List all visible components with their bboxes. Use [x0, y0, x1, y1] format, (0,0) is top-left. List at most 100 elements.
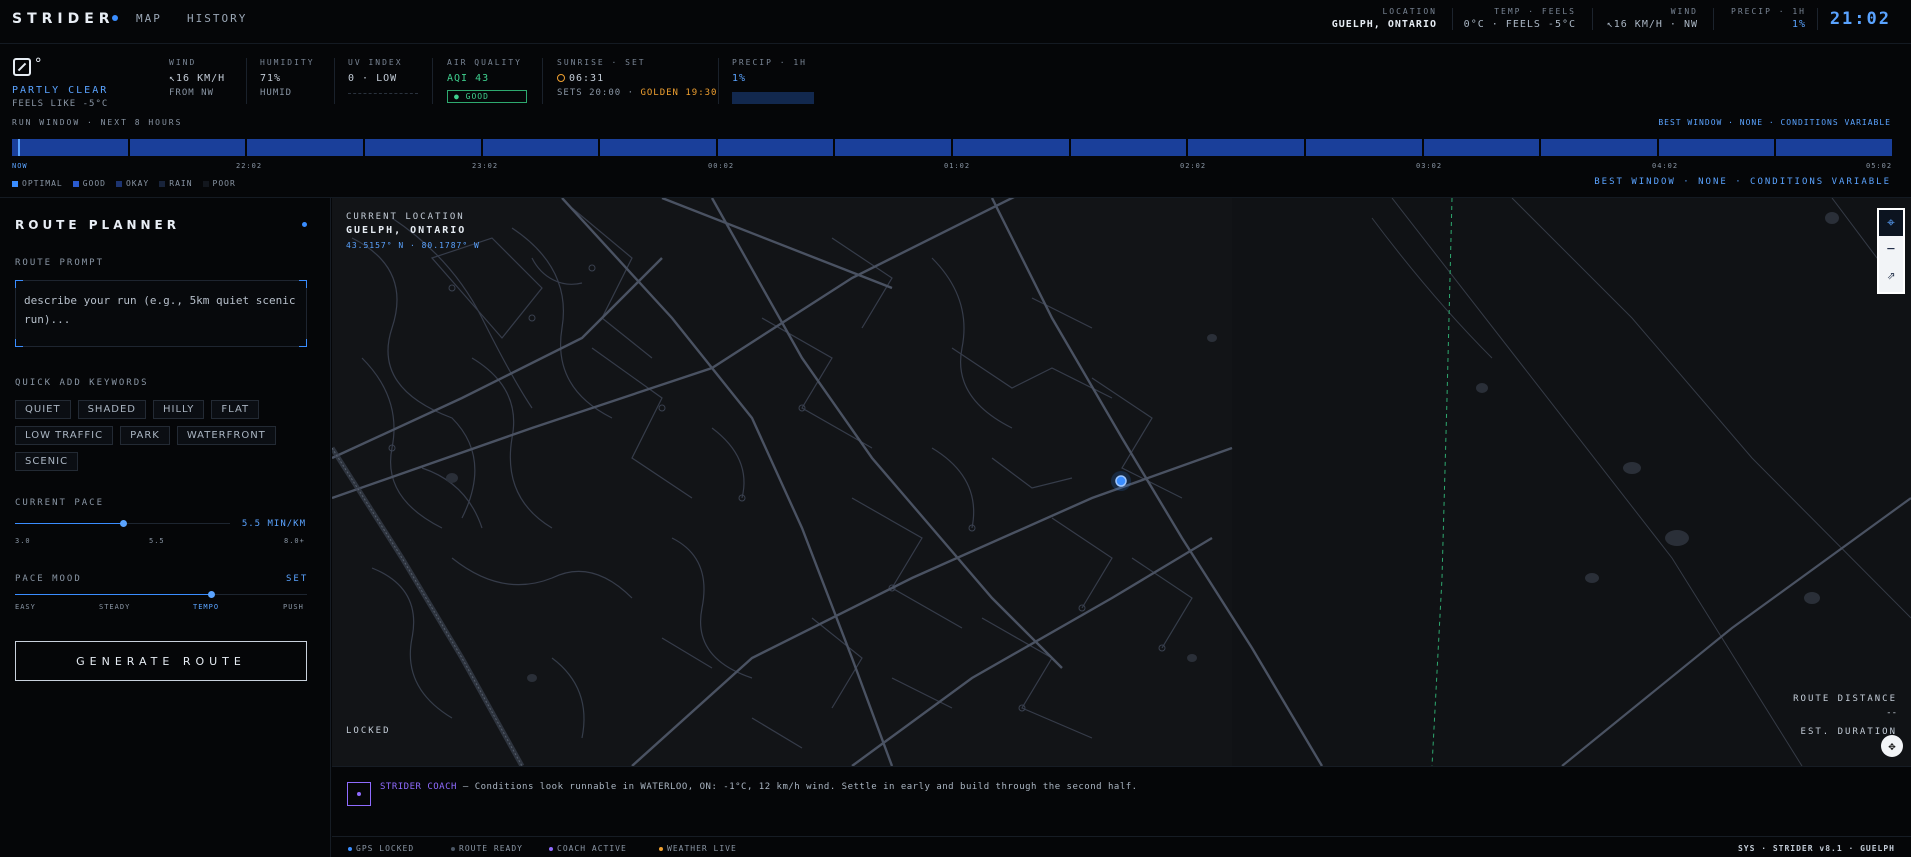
run-window-segment[interactable] — [1776, 139, 1892, 156]
keyword-chip-waterfront[interactable]: WATERFRONT — [176, 426, 276, 445]
divider — [1592, 8, 1593, 30]
precip-bar — [732, 92, 814, 104]
run-window-tick: NOW — [12, 162, 28, 170]
run-window-segment[interactable] — [1188, 139, 1304, 156]
pace-slider-handle[interactable] — [119, 520, 127, 527]
status-item: ROUTE READY — [451, 844, 523, 853]
aqi-badge: ● GOOD — [447, 90, 527, 103]
mood-slider-handle[interactable] — [207, 591, 215, 598]
run-window-segment[interactable] — [1541, 139, 1657, 156]
mood-slider-fill — [15, 594, 211, 595]
run-window-segment[interactable] — [717, 139, 834, 156]
run-window-segment[interactable] — [1423, 139, 1540, 156]
best-window-summary: BEST WINDOW · NONE · CONDITIONS VARIABLE — [1658, 118, 1891, 127]
nav-map[interactable]: MAP — [136, 12, 162, 25]
top-bar: STRIDER MAP HISTORY LOCATION GUELPH, ONT… — [0, 0, 1911, 44]
run-window-tick: 04:02 — [1652, 162, 1679, 170]
legend-item: POOR — [202, 179, 236, 188]
divider — [246, 58, 247, 104]
north-arrow-icon[interactable]: ⇗ — [1879, 262, 1903, 288]
keyword-chip-quiet[interactable]: QUIET — [15, 400, 71, 419]
run-window-segment[interactable] — [1305, 139, 1422, 156]
divider — [334, 58, 335, 104]
keyword-list: QUIET SHADED HILLY FLAT LOW TRAFFIC PARK WATER… — [15, 400, 315, 471]
status-item: GPS LOCKED — [348, 844, 414, 853]
run-window-legend: OPTIMAL GOOD OKAY RAIN POOR — [12, 179, 236, 188]
run-window-tick: 00:02 — [708, 162, 735, 170]
map-canvas[interactable] — [332, 198, 1911, 766]
prompt-label: ROUTE PROMPT — [15, 258, 105, 268]
divider — [542, 58, 543, 104]
pace-min: 3.0 — [15, 537, 31, 545]
weather-feels: FEELS LIKE -5°C — [12, 99, 109, 109]
legend-item: OKAY — [115, 179, 150, 188]
mood-set[interactable]: SET — [286, 574, 308, 584]
run-window-segment[interactable] — [600, 139, 716, 156]
coach-text: — Conditions look runnable in WATERLOO, … — [456, 782, 1138, 792]
mood-option-tempo[interactable]: TEMPO — [193, 603, 219, 611]
run-window-timeline[interactable] — [12, 139, 1892, 156]
legend-swatch — [202, 180, 209, 187]
run-window-segment[interactable] — [835, 139, 951, 156]
legend-swatch — [115, 180, 122, 187]
legend-item: RAIN — [159, 179, 192, 188]
route-distance-label: ROUTE DISTANCE — [1793, 694, 1897, 704]
sunrise-icon — [557, 74, 565, 82]
best-window-status: BEST WINDOW · NONE · CONDITIONS VARIABLE — [1594, 177, 1891, 187]
uv-gauge — [348, 93, 418, 94]
header-location: LOCATION GUELPH, ONTARIO — [1331, 7, 1437, 30]
route-prompt-input[interactable] — [24, 291, 300, 339]
run-window-segment[interactable] — [247, 139, 363, 156]
legend-swatch — [72, 180, 79, 187]
run-window-segment[interactable] — [482, 139, 599, 156]
compass-icon[interactable]: ✥ — [1881, 735, 1903, 757]
coach-panel: STRIDER COACH — Conditions look runnable… — [332, 766, 1911, 836]
nav-history[interactable]: HISTORY — [187, 12, 247, 25]
mood-label: PACE MOOD — [15, 574, 82, 584]
divider — [1713, 8, 1714, 30]
keyword-chip-hilly[interactable]: HILLY — [153, 400, 205, 419]
gps-lock-status: LOCKED — [346, 726, 391, 736]
mood-slider[interactable] — [15, 591, 307, 598]
keyword-chip-low-traffic[interactable]: LOW TRAFFIC — [15, 426, 114, 445]
status-dot-icon — [348, 846, 352, 851]
mood-option-easy[interactable]: EASY — [15, 603, 36, 611]
run-window-tick: 01:02 — [944, 162, 971, 170]
locate-icon[interactable]: ⌖ — [1879, 210, 1903, 236]
keywords-label: QUICK ADD KEYWORDS — [15, 378, 149, 388]
map-view[interactable]: CURRENT LOCATION GUELPH, ONTARIO 43.5157… — [332, 198, 1911, 766]
corner-mark — [15, 339, 23, 347]
keyword-chip-park[interactable]: PARK — [120, 426, 170, 445]
divider — [718, 58, 719, 104]
zoom-minus-icon[interactable]: − — [1879, 236, 1903, 262]
generate-route-button[interactable]: GENERATE ROUTE — [15, 641, 307, 681]
keyword-chip-shaded[interactable]: SHADED — [77, 400, 147, 419]
run-window-segment[interactable] — [953, 139, 1069, 156]
wx-uv: UV INDEX 0 · LOW — [348, 58, 418, 94]
keyword-chip-flat[interactable]: FLAT — [211, 400, 260, 419]
keyword-chip-scenic[interactable]: SCENIC — [15, 452, 79, 471]
wx-sun: SUNRISE · SET 06:31 SETS 20:00 · GOLDEN … — [557, 58, 718, 98]
weather-condition: PARTLY CLEAR — [12, 85, 109, 96]
status-label: COACH ACTIVE — [557, 844, 627, 853]
legend-label: OKAY — [125, 179, 150, 188]
run-window-tick: 03:02 — [1416, 162, 1443, 170]
run-window-segment[interactable] — [364, 139, 481, 156]
pace-max: 8.0+ — [284, 537, 305, 545]
corner-mark — [15, 280, 23, 288]
status-item: WEATHER LIVE — [659, 844, 737, 853]
mood-option-steady[interactable]: STEADY — [99, 603, 130, 611]
run-window-tick: 02:02 — [1180, 162, 1207, 170]
status-bar: GPS LOCKED ROUTE READY COACH ACTIVE WEATHER… — [332, 836, 1911, 857]
status-dot-icon — [659, 846, 663, 851]
legend-swatch — [159, 180, 166, 187]
run-window-segment[interactable] — [12, 139, 128, 156]
status-dot-icon — [302, 222, 307, 227]
run-window-segment[interactable] — [1070, 139, 1187, 156]
wx-precip: PRECIP · 1H 1% — [732, 58, 814, 104]
run-window-segment[interactable] — [129, 139, 246, 156]
current-location-label: CURRENT LOCATION — [346, 212, 465, 222]
mood-option-push[interactable]: PUSH — [283, 603, 304, 611]
run-window-segment[interactable] — [1658, 139, 1775, 156]
pace-slider[interactable] — [15, 520, 230, 527]
